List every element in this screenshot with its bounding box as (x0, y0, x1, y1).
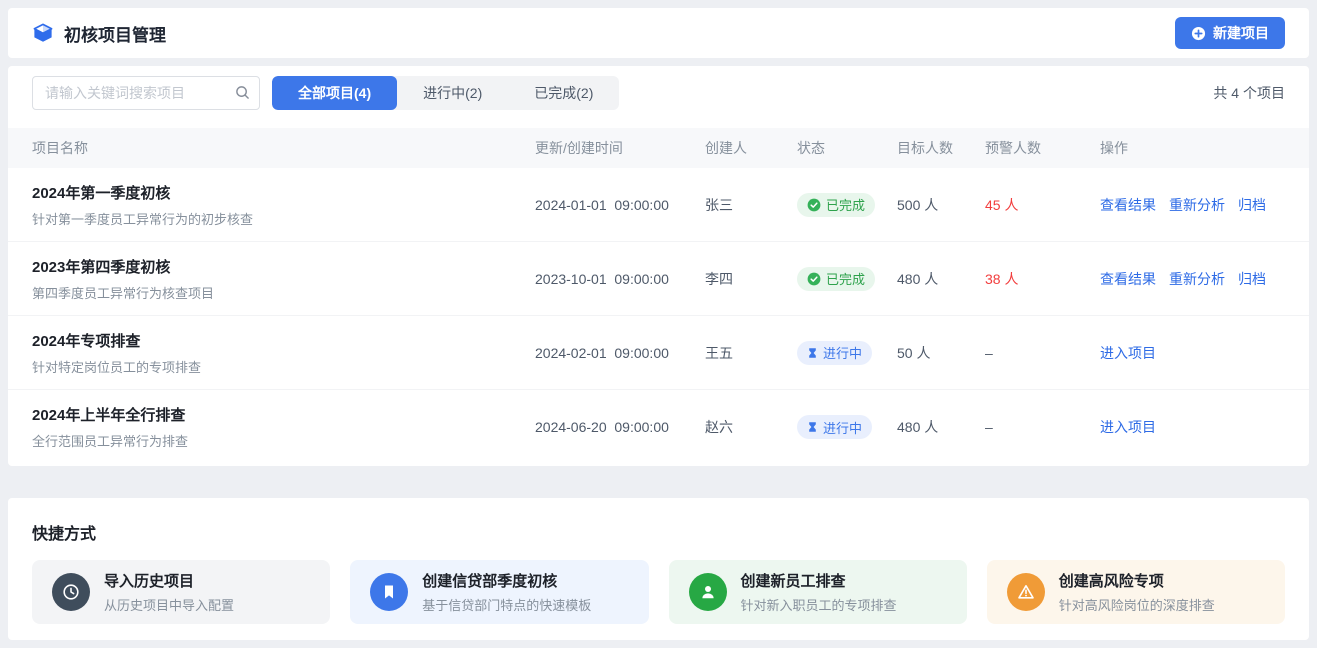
shortcut-import-history[interactable]: 导入历史项目 从历史项目中导入配置 (32, 560, 330, 624)
col-target: 目标人数 (897, 138, 985, 158)
target-count: 480 人 (897, 269, 985, 289)
shortcut-desc: 针对新入职员工的专项排查 (741, 595, 897, 614)
col-status: 状态 (797, 138, 897, 158)
bookmark-icon (370, 573, 408, 611)
shortcut-desc: 从历史项目中导入配置 (104, 595, 234, 614)
enter-project-link[interactable]: 进入项目 (1100, 343, 1156, 363)
search-box (32, 76, 260, 110)
box-icon (32, 22, 54, 44)
shortcut-title: 创建信贷部季度初核 (422, 570, 591, 591)
view-results-link[interactable]: 查看结果 (1100, 269, 1156, 289)
shortcuts-panel: 快捷方式 导入历史项目 从历史项目中导入配置 创建信贷部季度初核 (8, 498, 1309, 640)
project-creator: 张三 (705, 195, 797, 215)
search-input[interactable] (32, 76, 260, 110)
page-title: 初核项目管理 (32, 21, 166, 46)
shortcut-desc: 基于信贷部门特点的快速模板 (422, 595, 591, 614)
check-circle-icon (807, 272, 821, 286)
shortcut-title: 创建新员工排查 (741, 570, 897, 591)
project-desc: 第四季度员工异常行为核查项目 (32, 283, 535, 302)
status-badge: 已完成 (797, 193, 875, 217)
table-row: 2024年上半年全行排查 全行范围员工异常行为排查 2024-06-20 09:… (8, 390, 1309, 464)
plus-circle-icon (1191, 26, 1206, 41)
archive-link[interactable]: 归档 (1238, 195, 1266, 215)
status-text: 已完成 (826, 269, 865, 288)
status-text: 进行中 (823, 343, 862, 362)
project-desc: 针对特定岗位员工的专项排查 (32, 357, 535, 376)
shortcut-title: 创建高风险专项 (1059, 570, 1215, 591)
warning-count: 45 人 (985, 195, 1100, 215)
reanalyze-link[interactable]: 重新分析 (1169, 269, 1225, 289)
project-name: 2024年专项排查 (32, 330, 535, 351)
status-text: 进行中 (823, 418, 862, 437)
warning-count: 38 人 (985, 269, 1100, 289)
person-icon (689, 573, 727, 611)
project-list-panel: 全部项目(4) 进行中(2) 已完成(2) 共 4 个项目 项目名称 更新/创建… (8, 66, 1309, 466)
col-project-name: 项目名称 (32, 138, 535, 158)
project-creator: 赵六 (705, 417, 797, 437)
col-creator: 创建人 (705, 138, 797, 158)
project-name: 2023年第四季度初核 (32, 256, 535, 277)
col-time: 更新/创建时间 (535, 138, 705, 158)
table-row: 2024年专项排查 针对特定岗位员工的专项排查 2024-02-01 09:00… (8, 316, 1309, 390)
search-icon[interactable] (235, 85, 250, 105)
project-time: 2024-01-01 09:00:00 (535, 197, 705, 213)
target-count: 50 人 (897, 343, 985, 363)
hourglass-icon (807, 421, 818, 433)
new-project-label: 新建项目 (1213, 23, 1269, 43)
warning-icon (1007, 573, 1045, 611)
shortcut-high-risk[interactable]: 创建高风险专项 针对高风险岗位的深度排查 (987, 560, 1285, 624)
shortcut-desc: 针对高风险岗位的深度排查 (1059, 595, 1215, 614)
hourglass-icon (807, 347, 818, 359)
page-header: 初核项目管理 新建项目 (8, 8, 1309, 58)
shortcut-credit-quarterly[interactable]: 创建信贷部季度初核 基于信贷部门特点的快速模板 (350, 560, 648, 624)
table-row: 2023年第四季度初核 第四季度员工异常行为核查项目 2023-10-01 09… (8, 242, 1309, 316)
toolbar: 全部项目(4) 进行中(2) 已完成(2) 共 4 个项目 (8, 66, 1309, 110)
target-count: 480 人 (897, 417, 985, 437)
project-name: 2024年第一季度初核 (32, 182, 535, 203)
tab-in-progress[interactable]: 进行中(2) (397, 76, 508, 110)
enter-project-link[interactable]: 进入项目 (1100, 417, 1156, 437)
clock-icon (52, 573, 90, 611)
table-header: 项目名称 更新/创建时间 创建人 状态 目标人数 预警人数 操作 (8, 128, 1309, 168)
project-desc: 全行范围员工异常行为排查 (32, 431, 535, 450)
check-circle-icon (807, 198, 821, 212)
project-desc: 针对第一季度员工异常行为的初步核查 (32, 209, 535, 228)
status-badge: 已完成 (797, 267, 875, 291)
shortcut-title: 导入历史项目 (104, 570, 234, 591)
page-title-text: 初核项目管理 (64, 21, 166, 46)
table-row: 2024年第一季度初核 针对第一季度员工异常行为的初步核查 2024-01-01… (8, 168, 1309, 242)
warning-count: – (985, 345, 1100, 361)
project-time: 2023-10-01 09:00:00 (535, 271, 705, 287)
project-time: 2024-02-01 09:00:00 (535, 345, 705, 361)
tab-all-projects[interactable]: 全部项目(4) (272, 76, 397, 110)
status-badge: 进行中 (797, 415, 872, 439)
status-badge: 进行中 (797, 341, 872, 365)
total-count: 共 4 个项目 (1213, 83, 1285, 103)
new-project-button[interactable]: 新建项目 (1175, 17, 1285, 49)
target-count: 500 人 (897, 195, 985, 215)
project-name: 2024年上半年全行排查 (32, 404, 535, 425)
status-text: 已完成 (826, 195, 865, 214)
filter-tabs: 全部项目(4) 进行中(2) 已完成(2) (272, 76, 619, 110)
archive-link[interactable]: 归档 (1238, 269, 1266, 289)
col-actions: 操作 (1100, 138, 1285, 158)
col-warning: 预警人数 (985, 138, 1100, 158)
warning-count: – (985, 419, 1100, 435)
reanalyze-link[interactable]: 重新分析 (1169, 195, 1225, 215)
project-creator: 王五 (705, 343, 797, 363)
shortcut-new-employee[interactable]: 创建新员工排查 针对新入职员工的专项排查 (669, 560, 967, 624)
project-time: 2024-06-20 09:00:00 (535, 419, 705, 435)
shortcuts-title: 快捷方式 (32, 520, 1285, 544)
tab-completed[interactable]: 已完成(2) (508, 76, 619, 110)
view-results-link[interactable]: 查看结果 (1100, 195, 1156, 215)
project-creator: 李四 (705, 269, 797, 289)
